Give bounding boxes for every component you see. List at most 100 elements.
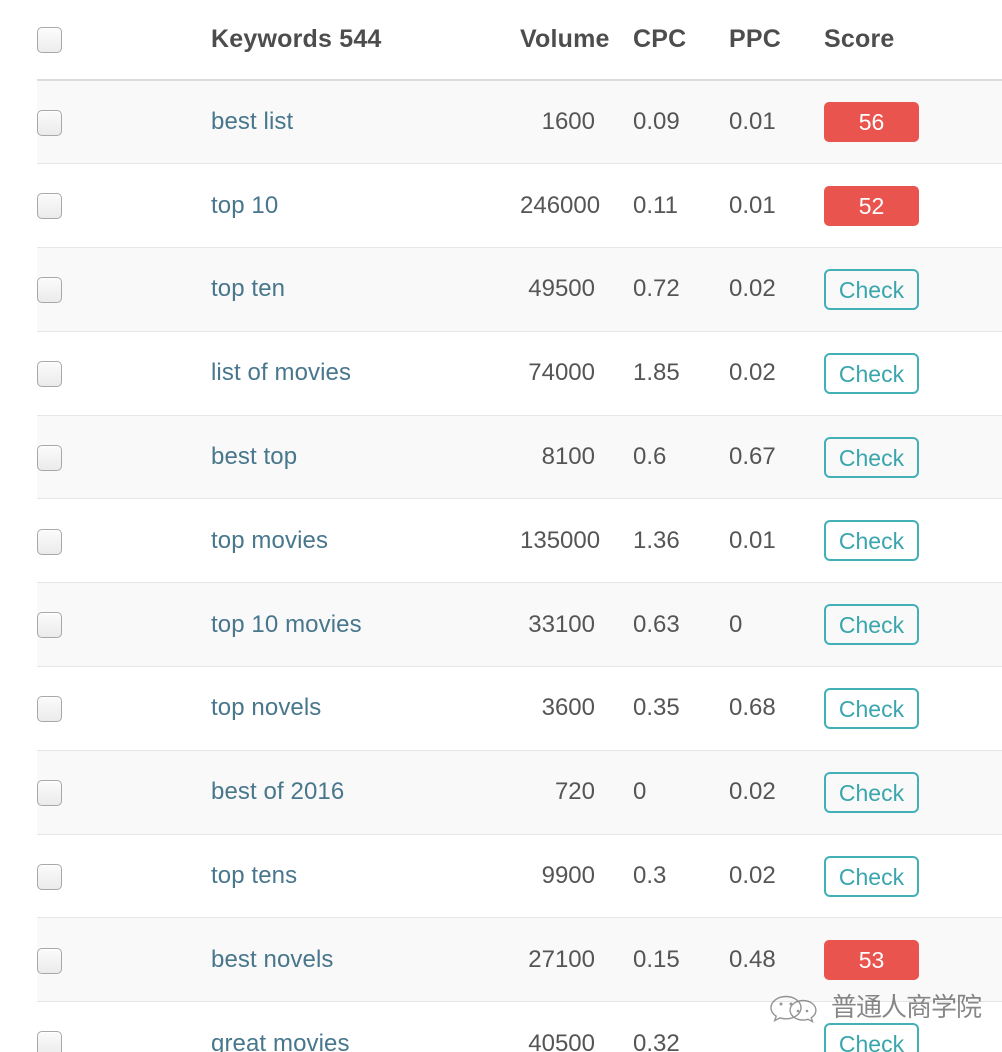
- keyword-cell: best list: [93, 80, 520, 165]
- table-row: top movies 135000 1.36 0.01 Check: [37, 498, 1002, 584]
- score-cell: 53: [789, 917, 1002, 1003]
- table-row: best top 8100 0.6 0.67 Check: [37, 415, 1002, 500]
- score-badge[interactable]: 53: [824, 939, 919, 980]
- cpc-cell: 0.72: [612, 247, 706, 332]
- keyword-link[interactable]: best of 2016: [211, 778, 344, 805]
- keyword-cell: best novels: [93, 917, 520, 1003]
- keyword-link[interactable]: great movies: [211, 1030, 350, 1052]
- column-header-ppc[interactable]: PPC: [706, 0, 789, 81]
- row-checkbox[interactable]: [37, 696, 62, 723]
- score-badge[interactable]: 52: [824, 185, 919, 226]
- cpc-cell: 0.3: [612, 834, 706, 919]
- table-body: best list 1600 0.09 0.01 56 top 10 246000 0.11 0…: [37, 80, 1002, 1052]
- table-row: best of 2016 720 0 0.02 Check: [37, 750, 1002, 835]
- volume-cell: 135000: [520, 498, 612, 584]
- table-row: top tens 9900 0.3 0.02 Check: [37, 834, 1002, 919]
- check-button[interactable]: Check: [824, 1023, 919, 1052]
- volume-cell: 8100: [520, 415, 612, 500]
- cpc-cell: 0.63: [612, 582, 706, 668]
- keyword-cell: top tens: [93, 834, 520, 919]
- keyword-cell: great movies: [93, 1001, 520, 1052]
- cpc-cell: 0.35: [612, 666, 706, 751]
- cpc-cell: 1.85: [612, 331, 706, 416]
- row-checkbox[interactable]: [37, 360, 62, 387]
- column-header-cpc[interactable]: CPC: [612, 0, 706, 81]
- ppc-cell: 0.02: [706, 331, 789, 416]
- row-checkbox[interactable]: [37, 277, 62, 304]
- keyword-cell: best of 2016: [93, 750, 520, 835]
- ppc-cell: 0.01: [706, 80, 789, 165]
- row-select-cell: [37, 331, 93, 416]
- keyword-link[interactable]: best top: [211, 443, 297, 470]
- keyword-link[interactable]: top movies: [211, 527, 328, 554]
- cpc-cell: 0.15: [612, 917, 706, 1003]
- keyword-link[interactable]: top 10 movies: [211, 611, 362, 638]
- row-checkbox[interactable]: [37, 947, 62, 974]
- volume-cell: 49500: [520, 247, 612, 332]
- volume-cell: 9900: [520, 834, 612, 919]
- keyword-link[interactable]: best list: [211, 108, 293, 135]
- keyword-link[interactable]: top ten: [211, 275, 285, 302]
- score-cell: 56: [789, 80, 1002, 165]
- column-header-keywords[interactable]: Keywords 544: [93, 0, 520, 81]
- row-select-cell: [37, 750, 93, 835]
- check-button[interactable]: Check: [824, 604, 919, 646]
- cpc-cell: 0.11: [612, 163, 706, 249]
- table-header-row: Keywords 544 Volume CPC PPC Score: [37, 0, 1002, 81]
- table-row: list of movies 74000 1.85 0.02 Check: [37, 331, 1002, 416]
- ppc-cell: 0.48: [706, 917, 789, 1003]
- volume-cell: 3600: [520, 666, 612, 751]
- score-cell: Check: [789, 1001, 1002, 1052]
- check-button[interactable]: Check: [824, 771, 919, 813]
- score-cell: Check: [789, 331, 1002, 416]
- check-button[interactable]: Check: [824, 352, 919, 394]
- select-all-header: [37, 0, 93, 81]
- row-select-cell: [37, 498, 93, 584]
- table-row: top ten 49500 0.72 0.02 Check: [37, 247, 1002, 332]
- row-checkbox[interactable]: [37, 1031, 62, 1052]
- keyword-link[interactable]: list of movies: [211, 359, 351, 386]
- volume-cell: 1600: [520, 80, 612, 165]
- keyword-link[interactable]: top novels: [211, 694, 321, 721]
- keyword-results-table: Keywords 544 Volume CPC PPC Score best l…: [37, 0, 1002, 1052]
- keyword-link[interactable]: best novels: [211, 946, 334, 973]
- keyword-cell: top ten: [93, 247, 520, 332]
- volume-cell: 33100: [520, 582, 612, 668]
- score-cell: Check: [789, 247, 1002, 332]
- check-button[interactable]: Check: [824, 436, 919, 478]
- score-badge[interactable]: 56: [824, 102, 919, 143]
- row-checkbox[interactable]: [37, 612, 62, 639]
- column-header-score[interactable]: Score: [789, 0, 1002, 81]
- row-select-cell: [37, 1001, 93, 1052]
- ppc-cell: 0.01: [706, 163, 789, 249]
- row-checkbox[interactable]: [37, 863, 62, 890]
- row-checkbox[interactable]: [37, 528, 62, 555]
- check-button[interactable]: Check: [824, 687, 919, 729]
- keyword-link[interactable]: top 10: [211, 192, 278, 219]
- row-select-cell: [37, 834, 93, 919]
- check-button[interactable]: Check: [824, 520, 919, 562]
- row-select-cell: [37, 917, 93, 1003]
- row-select-cell: [37, 415, 93, 500]
- ppc-cell: 0.68: [706, 666, 789, 751]
- table-row: top novels 3600 0.35 0.68 Check: [37, 666, 1002, 751]
- volume-cell: 720: [520, 750, 612, 835]
- column-header-volume[interactable]: Volume: [520, 0, 612, 81]
- row-checkbox[interactable]: [37, 193, 62, 220]
- volume-cell: 246000: [520, 163, 612, 249]
- ppc-cell: 0.02: [706, 247, 789, 332]
- row-checkbox[interactable]: [37, 444, 62, 471]
- row-checkbox[interactable]: [37, 779, 62, 806]
- row-select-cell: [37, 582, 93, 668]
- check-button[interactable]: Check: [824, 855, 919, 897]
- keyword-link[interactable]: top tens: [211, 862, 297, 889]
- score-cell: Check: [789, 498, 1002, 584]
- row-checkbox[interactable]: [37, 109, 62, 136]
- keyword-cell: top 10: [93, 163, 520, 249]
- keyword-cell: best top: [93, 415, 520, 500]
- select-all-checkbox[interactable]: [37, 27, 62, 54]
- keyword-table-panel: Keywords 544 Volume CPC PPC Score best l…: [0, 0, 1002, 1052]
- check-button[interactable]: Check: [824, 268, 919, 310]
- score-cell: Check: [789, 834, 1002, 919]
- keyword-cell: list of movies: [93, 331, 520, 416]
